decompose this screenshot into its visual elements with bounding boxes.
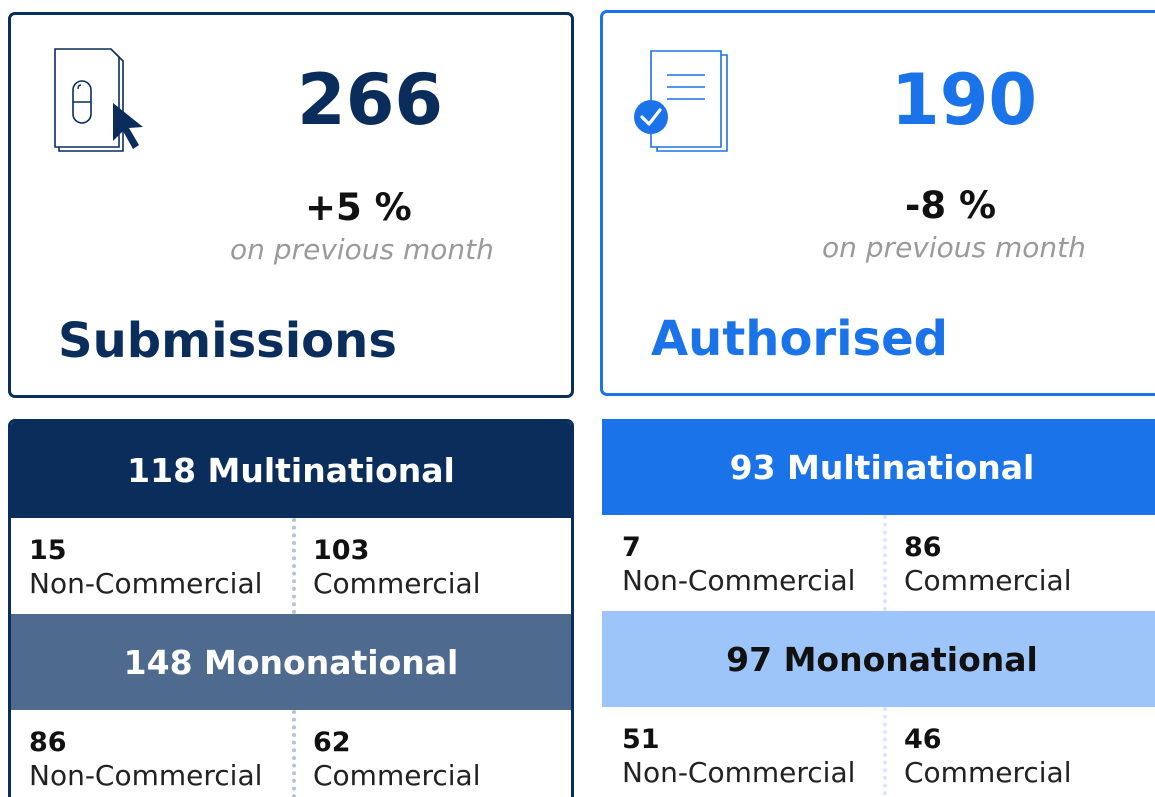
submissions-title: Submissions [58, 313, 397, 369]
authorised-mononational-split: 51 Non-Commercial 46 Commercial [602, 707, 1155, 797]
authorised-count: 190 [891, 59, 1038, 141]
divider [883, 515, 887, 611]
submissions-change-note: on previous month [230, 233, 494, 266]
submissions-multinational-non-commercial-value: 15 [29, 535, 67, 566]
submissions-multinational-non-commercial-label: Non-Commercial [29, 567, 263, 600]
divider [883, 707, 887, 797]
authorised-mononational-commercial-value: 46 [904, 724, 942, 755]
authorised-multinational-commercial-label: Commercial [904, 564, 1072, 597]
authorised-change: -8 % [905, 184, 997, 227]
submissions-multinational-header: 118 Multinational [11, 422, 571, 518]
authorised-title: Authorised [651, 311, 949, 367]
authorised-multinational-header: 93 Multinational [602, 419, 1155, 515]
submissions-mononational-split: 86 Non-Commercial 62 Commercial [11, 710, 571, 797]
document-check-icon [627, 47, 737, 163]
submissions-breakdown: 118 Multinational 15 Non-Commercial 103 … [8, 419, 574, 797]
submissions-card: 266 +5 % on previous month Submissions [8, 12, 574, 398]
authorised-mononational-non-commercial-value: 51 [622, 724, 660, 755]
authorised-mononational-header: 97 Mononational [602, 611, 1155, 707]
authorised-mononational-non-commercial-label: Non-Commercial [622, 756, 856, 789]
authorised-change-note: on previous month [822, 231, 1086, 264]
divider [292, 710, 296, 797]
submissions-mononational-header: 148 Mononational [11, 614, 571, 710]
submissions-count: 266 [297, 59, 444, 141]
submissions-multinational-split: 15 Non-Commercial 103 Commercial [11, 518, 571, 614]
document-click-icon [51, 45, 157, 159]
divider [292, 518, 296, 614]
submissions-multinational-commercial-label: Commercial [313, 567, 481, 600]
authorised-multinational-split: 7 Non-Commercial 86 Commercial [602, 515, 1155, 611]
authorised-mononational-commercial-label: Commercial [904, 756, 1072, 789]
submissions-multinational-commercial-value: 103 [313, 535, 370, 566]
authorised-multinational-non-commercial-label: Non-Commercial [622, 564, 856, 597]
submissions-mononational-non-commercial-label: Non-Commercial [29, 759, 263, 792]
authorised-multinational-commercial-value: 86 [904, 532, 942, 563]
authorised-breakdown: 93 Multinational 7 Non-Commercial 86 Com… [602, 419, 1155, 797]
authorised-multinational-non-commercial-value: 7 [622, 532, 641, 563]
submissions-mononational-non-commercial-value: 86 [29, 727, 67, 758]
submissions-mononational-commercial-value: 62 [313, 727, 351, 758]
submissions-mononational-commercial-label: Commercial [313, 759, 481, 792]
submissions-change: +5 % [305, 186, 412, 229]
authorised-card: 190 -8 % on previous month Authorised [600, 10, 1155, 396]
